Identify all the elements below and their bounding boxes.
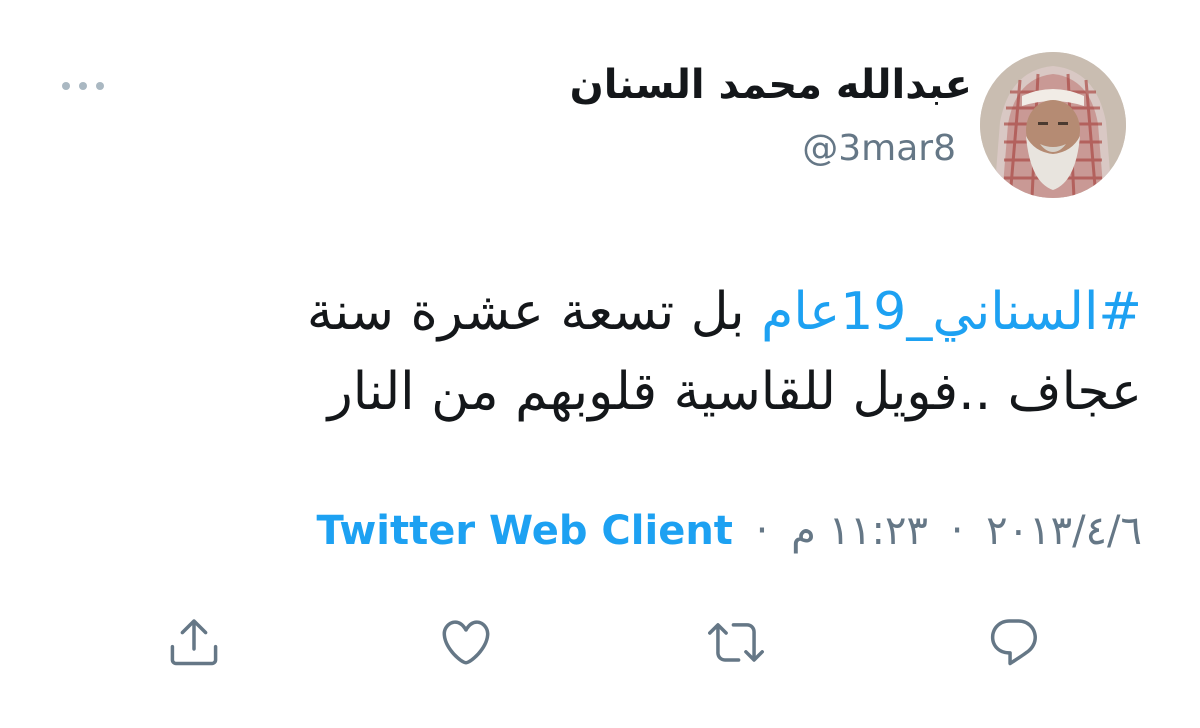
- tweet-text: #السناني_19عام بل تسعة عشرة سنة عجاف ..ف…: [142, 272, 1142, 432]
- tweet-metadata: ٢٠١٣/٤/٦ · ١١:٢٣ م · Twitter Web Client: [316, 508, 1142, 554]
- tweet-line-1-text: بل تسعة عشرة سنة: [306, 282, 762, 342]
- tweet-line-1: #السناني_19عام بل تسعة عشرة سنة: [142, 272, 1142, 352]
- like-button[interactable]: [436, 612, 496, 672]
- meta-separator: ·: [755, 508, 769, 554]
- more-options-button[interactable]: [62, 76, 104, 96]
- retweet-icon: [708, 623, 764, 662]
- tweet-card: عبدالله محمد السنان @3mar8 #السناني_19عا…: [0, 0, 1200, 728]
- avatar[interactable]: [980, 52, 1126, 198]
- share-icon: [170, 619, 218, 666]
- like-icon: [442, 620, 490, 665]
- tweet-time[interactable]: ١١:٢٣ م: [791, 508, 928, 554]
- reply-icon: [990, 619, 1037, 666]
- reply-button[interactable]: [984, 612, 1044, 672]
- tweet-date[interactable]: ٢٠١٣/٤/٦: [986, 508, 1142, 554]
- more-dot: [96, 82, 104, 90]
- more-dot: [62, 82, 70, 90]
- share-button[interactable]: [164, 612, 224, 672]
- meta-separator: ·: [950, 508, 964, 554]
- avatar-image: [980, 52, 1126, 198]
- tweet-source-link[interactable]: Twitter Web Client: [316, 508, 732, 554]
- display-name[interactable]: عبدالله محمد السنان: [570, 62, 972, 108]
- user-handle[interactable]: @3mar8: [802, 128, 956, 169]
- more-dot: [79, 82, 87, 90]
- retweet-button[interactable]: [706, 612, 766, 672]
- hashtag-link[interactable]: #السناني_19عام: [761, 282, 1142, 342]
- tweet-line-2: عجاف ..فويل للقاسية قلوبهم من النار: [327, 362, 1142, 422]
